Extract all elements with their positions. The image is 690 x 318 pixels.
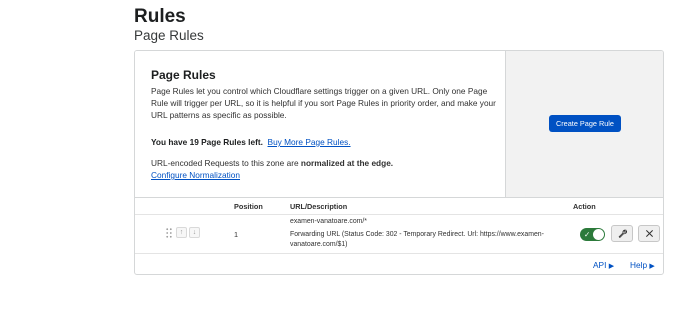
info-section: Page Rules Page Rules let you control wh…: [135, 51, 505, 197]
info-description: Page Rules let you control which Cloudfl…: [151, 86, 496, 120]
api-link-label: API: [593, 260, 607, 270]
caret-right-icon: ▶: [608, 263, 615, 270]
rule-enabled-toggle[interactable]: ✓: [580, 228, 605, 241]
table-row: ↑ ↓ 1 examen-vanatoare.com/* Forwarding …: [135, 214, 663, 254]
drag-handle-icon[interactable]: [166, 228, 172, 238]
caret-right-icon: ▶: [649, 263, 655, 270]
info-title: Page Rules: [151, 68, 216, 82]
create-panel: Create Page Rule: [505, 51, 663, 197]
column-header-url: URL/Description: [290, 202, 348, 211]
normalization-text: URL-encoded Requests to this zone are: [151, 158, 301, 168]
column-header-action: Action: [573, 202, 596, 211]
create-page-rule-button[interactable]: Create Page Rule: [549, 115, 621, 132]
normalization-note: URL-encoded Requests to this zone are no…: [151, 157, 393, 181]
edit-rule-button[interactable]: [611, 225, 633, 242]
move-up-button[interactable]: ↑: [176, 227, 187, 238]
page-title: Rules: [134, 6, 186, 27]
page-rules-card: Page Rules Page Rules let you control wh…: [134, 50, 664, 275]
row-url: examen-vanatoare.com/*: [290, 218, 367, 225]
delete-rule-button[interactable]: [638, 225, 660, 242]
page-subtitle: Page Rules: [134, 28, 204, 43]
normalization-bold: normalized at the edge.: [300, 158, 394, 168]
row-position: 1: [234, 230, 239, 239]
wrench-icon: [618, 229, 627, 238]
check-icon: ✓: [584, 230, 591, 239]
close-icon: [645, 229, 653, 238]
toggle-knob: [593, 229, 604, 240]
remaining-rules: You have 19 Page Rules left. Buy More Pa…: [151, 137, 351, 147]
help-link-label: Help: [630, 260, 648, 270]
help-link[interactable]: Help ▶: [630, 260, 655, 270]
arrow-down-icon: ↓: [192, 229, 197, 236]
card-top: Page Rules Page Rules let you control wh…: [135, 51, 663, 198]
move-down-button[interactable]: ↓: [189, 227, 200, 238]
buy-more-link[interactable]: Buy More Page Rules.: [268, 137, 351, 147]
api-link[interactable]: API ▶: [593, 260, 614, 270]
column-header-position: Position: [234, 202, 263, 211]
row-description: Forwarding URL (Status Code: 302 - Tempo…: [290, 231, 544, 248]
configure-normalization-link[interactable]: Configure Normalization: [151, 170, 240, 180]
remaining-count-text: You have 19 Page Rules left.: [151, 137, 263, 147]
arrow-up-icon: ↑: [179, 229, 184, 236]
